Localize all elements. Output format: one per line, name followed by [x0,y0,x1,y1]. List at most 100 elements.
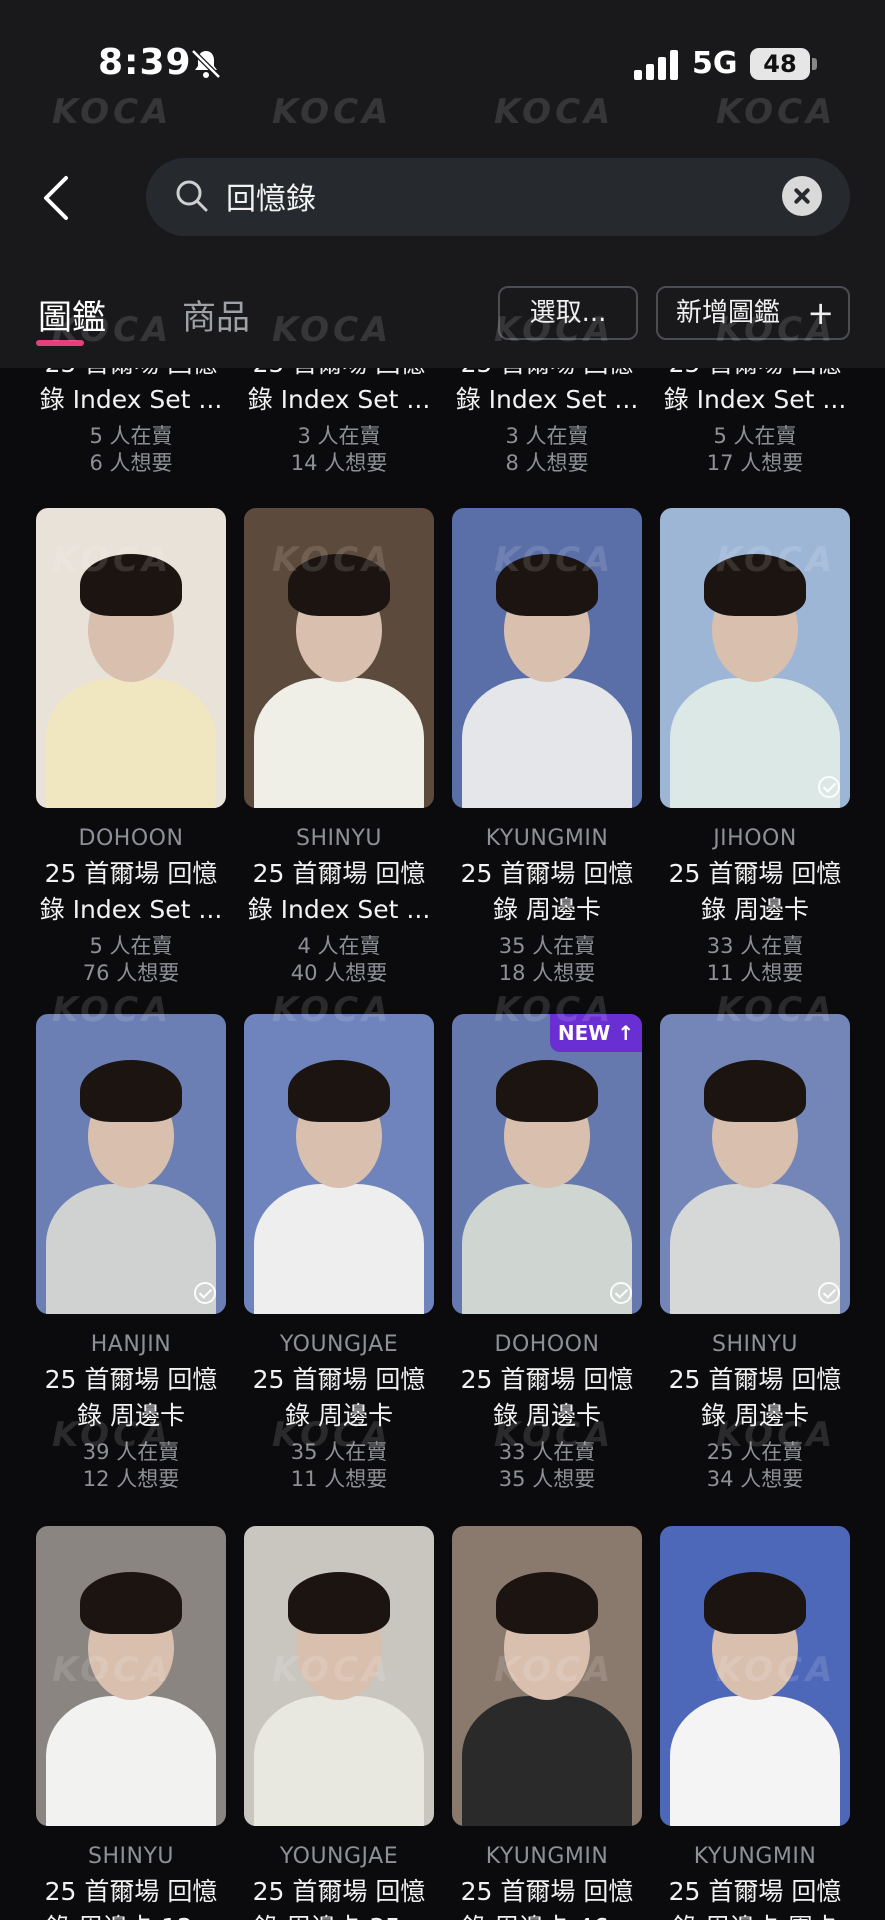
add-collection-label: 新增圖鑑 [676,298,781,328]
photo-hair [496,554,598,616]
back-chevron-icon[interactable] [38,172,74,224]
card-title-line2: 錄 周邊卡 [77,1401,185,1430]
wanting-count: 40 人想要 [290,961,388,985]
add-collection-button[interactable]: 新增圖鑑 + [656,286,850,340]
photo-shirt [46,678,216,808]
card-title-line1: 25 首爾場 回憶 [668,1877,842,1906]
wanting-count: 11 人想要 [706,961,804,985]
photocard-image[interactable] [36,1014,226,1314]
wanting-count: 6 人想要 [89,451,173,475]
plus-icon: + [807,294,834,332]
owned-check-icon [818,776,840,798]
photo-hair [288,1572,390,1634]
tab-products[interactable]: 商品 [182,290,250,339]
search-bar[interactable]: 回憶錄 [146,158,850,236]
photocard-image[interactable] [452,508,642,808]
card-title-line1: 25 首爾場 回憶 [460,1877,634,1906]
search-icon [176,180,208,212]
card-title-line2: 錄 Index Set ... [39,385,223,414]
photo-hair [496,1060,598,1122]
owned-check-icon [610,1282,632,1304]
clear-search-icon[interactable] [782,176,822,216]
card-title-line1: 25 首爾場 回憶 [44,859,218,888]
photo-shirt [670,1696,840,1826]
photo-shirt [254,678,424,808]
status-time: 8:39 [98,42,192,83]
card-title-line2: 錄 周邊卡 [701,1401,809,1430]
member-name: SHINYU [712,1332,798,1357]
member-name: SHINYU [296,826,382,851]
card-title-line2: 錄 周邊卡 35... [239,1910,439,1920]
member-name: HANJIN [90,1332,172,1357]
active-tab-indicator [36,340,84,346]
photocard-image[interactable] [36,1526,226,1826]
selling-count: 25 人在賣 [706,1440,804,1464]
photo-hair [80,1060,182,1122]
card-title-line1: 25 首爾場 回憶 [668,1365,842,1394]
photo-shirt [462,1696,632,1826]
member-name: KYUNGMIN [693,1844,817,1869]
selling-count: 5 人在賣 [89,934,173,958]
battery-indicator: 48 [750,48,810,80]
owned-check-icon [194,1282,216,1304]
select-button[interactable]: 選取... [498,286,638,340]
wanting-count: 14 人想要 [290,451,388,475]
wanting-count: 18 人想要 [498,961,596,985]
photo-shirt [462,678,632,808]
search-input[interactable]: 回憶錄 [226,174,316,218]
photocard-image[interactable]: NEW ↑ [452,1014,642,1314]
selling-count: 33 人在賣 [706,934,804,958]
new-badge: NEW ↑ [550,1014,642,1052]
card-title-line2: 錄 Index Set ... [663,385,847,414]
photocard-image[interactable] [660,1014,850,1314]
photo-hair [496,1572,598,1634]
photo-shirt [254,1696,424,1826]
photo-hair [288,554,390,616]
card-title-line2: 錄 周邊卡 12... [31,1910,231,1920]
photo-hair [704,554,806,616]
photocard-image[interactable] [660,508,850,808]
photo-shirt [46,1184,216,1314]
member-name: DOHOON [494,1332,600,1357]
card-title-line2: 錄 Index Set ... [247,385,431,414]
member-name: YOUNGJAE [279,1844,399,1869]
member-name: KYUNGMIN [485,1844,609,1869]
photo-shirt [670,1184,840,1314]
card-title-line2: 錄 Index Set ... [39,895,223,924]
wanting-count: 8 人想要 [505,451,589,475]
card-title-line1: 25 首爾場 回憶 [460,859,634,888]
card-title-line2: 錄 周邊卡 團卡 [655,1910,855,1920]
photocard-image[interactable] [244,1014,434,1314]
card-title-line1: 25 首爾場 回憶 [31,368,231,382]
photocard-image[interactable] [36,508,226,808]
card-title-line2: 錄 周邊卡 [493,895,601,924]
photocard-image[interactable] [660,1526,850,1826]
card-title-line1: 25 首爾場 回憶 [44,1877,218,1906]
tab-collection[interactable]: 圖鑑 [38,290,106,339]
photo-shirt [462,1184,632,1314]
wanting-count: 17 人想要 [706,451,804,475]
selling-count: 5 人在賣 [89,424,173,448]
member-name: KYUNGMIN [485,826,609,851]
wanting-count: 76 人想要 [82,961,180,985]
card-title-line1: 25 首爾場 回憶 [655,368,855,382]
selling-count: 3 人在賣 [297,424,381,448]
battery-tip [812,58,817,70]
selling-count: 4 人在賣 [297,934,381,958]
bell-muted-icon [191,49,221,79]
photocard-image[interactable] [452,1526,642,1826]
header: 回憶錄 圖鑑 商品 選取... 新增圖鑑 + [0,120,885,368]
photocard-image[interactable] [244,1526,434,1826]
selling-count: 39 人在賣 [82,1440,180,1464]
wanting-count: 35 人想要 [498,1467,596,1491]
selling-count: 3 人在賣 [505,424,589,448]
card-title-line1: 25 首爾場 回憶 [252,1365,426,1394]
card-title-line1: 25 首爾場 回憶 [252,859,426,888]
wanting-count: 11 人想要 [290,1467,388,1491]
photo-hair [288,1060,390,1122]
member-name: JIHOON [713,826,797,851]
card-title-line1: 25 首爾場 回憶 [447,368,647,382]
card-title-line1: 25 首爾場 回憶 [44,1365,218,1394]
owned-check-icon [818,1282,840,1304]
photocard-image[interactable] [244,508,434,808]
